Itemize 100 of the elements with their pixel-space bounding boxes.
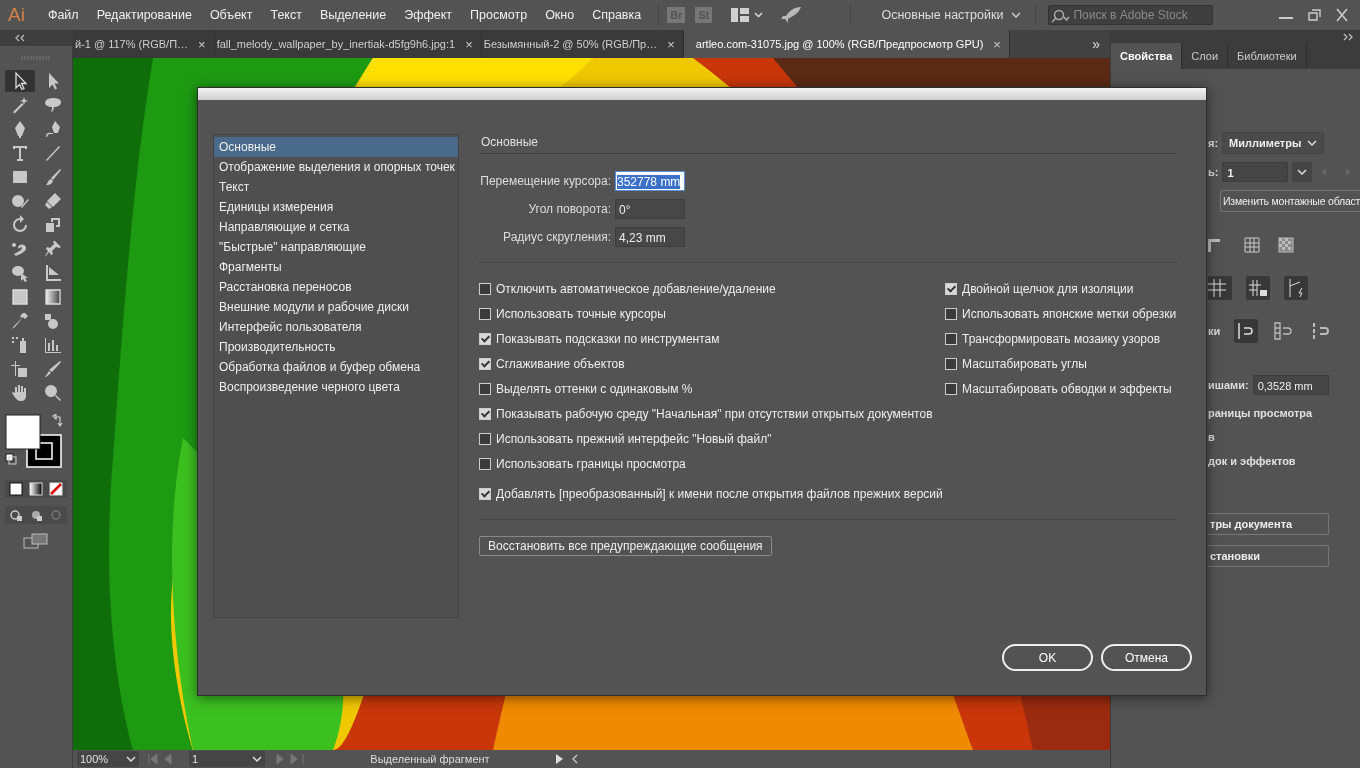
- color-swatch-icon[interactable]: [9, 482, 23, 496]
- checkbox[interactable]: [945, 357, 957, 370]
- checkbox[interactable]: [479, 457, 491, 470]
- bar-graph-tool-icon: [42, 335, 63, 355]
- category-item[interactable]: Текст: [214, 177, 458, 197]
- category-item[interactable]: "Быстрые" направляющие: [214, 237, 458, 257]
- panel-tab[interactable]: Свойства: [1111, 43, 1183, 69]
- checkbox-label[interactable]: Отключить автоматическое добавление/удаление: [496, 281, 776, 296]
- cancel-button[interactable]: Отмена: [1101, 644, 1192, 671]
- reset-warnings-button[interactable]: Восстановить все предупреждающие сообщения: [479, 536, 772, 556]
- category-item[interactable]: Фрагменты: [214, 257, 458, 277]
- checkbox-label[interactable]: Показывать рабочую среду "Начальная" при отсутствии открытых документов: [496, 406, 933, 421]
- checkbox-label[interactable]: Показывать подсказки по инструментам: [496, 331, 720, 346]
- menu-item[interactable]: Окно: [536, 8, 584, 22]
- checkbox-label[interactable]: Двойной щелчок для изоляции: [962, 281, 1134, 296]
- category-item[interactable]: Производительность: [214, 337, 458, 357]
- document-tab[interactable]: й-1 @ 117% (RGB/П… ×: [73, 30, 215, 58]
- keyboard-increment-field[interactable]: 0,3528 mm: [1252, 375, 1329, 395]
- lasso-tool-icon: [42, 95, 63, 115]
- draw-normal-icon[interactable]: [9, 508, 23, 522]
- tab-close-button[interactable]: ×: [667, 36, 675, 52]
- caret-icon[interactable]: [1292, 162, 1313, 182]
- checkbox-label[interactable]: Использовать границы просмотра: [496, 456, 686, 471]
- shape-builder-tool-icon: [9, 263, 30, 283]
- selection-tool[interactable]: [4, 70, 35, 92]
- snap-icon[interactable]: [1284, 276, 1308, 300]
- artboard-dropdown[interactable]: 1: [189, 751, 265, 767]
- checkbox[interactable]: [479, 307, 491, 320]
- category-item[interactable]: Интерфейс пользователя: [214, 317, 458, 337]
- menu-item[interactable]: Справка: [583, 8, 651, 22]
- menu-item[interactable]: Выделение: [310, 8, 396, 22]
- checkbox-label[interactable]: Использовать прежний интерфейс "Новый файл": [496, 431, 772, 446]
- checkbox-label[interactable]: Сглаживание объектов: [496, 356, 625, 371]
- checkbox[interactable]: [479, 407, 491, 420]
- grid-icon[interactable]: [1242, 235, 1262, 255]
- panel-button[interactable]: тры документа: [1208, 513, 1329, 535]
- tab-close-button[interactable]: ×: [993, 36, 1001, 52]
- menu-item[interactable]: Файл: [38, 8, 88, 22]
- layout-icon[interactable]: [730, 7, 765, 23]
- category-item[interactable]: Внешние модули и рабочие диски: [214, 297, 458, 317]
- category-item[interactable]: Расстановка переносов: [214, 277, 458, 297]
- draw-behind-icon[interactable]: [29, 508, 43, 522]
- tabs-overflow-button[interactable]: »: [1082, 30, 1110, 58]
- menu-item[interactable]: Редактирование: [87, 8, 201, 22]
- document-tab[interactable]: fall_melody_wallpaper_by_inertiak-d5fg9h6.jpg:1 ×: [214, 30, 482, 58]
- checkbox[interactable]: [479, 432, 491, 445]
- checkbox[interactable]: [479, 357, 491, 370]
- tab-close-button[interactable]: ×: [198, 36, 206, 52]
- none-swatch-icon[interactable]: [49, 482, 63, 496]
- category-item[interactable]: Отображение выделения и опорных точек: [214, 157, 458, 177]
- input-field[interactable]: 352778 mm: [615, 171, 685, 191]
- category-item[interactable]: Воспроизведение черного цвета: [214, 377, 458, 397]
- checkbox[interactable]: [479, 487, 491, 500]
- zoom-dropdown[interactable]: 100%: [77, 751, 139, 767]
- checkbox-label[interactable]: Трансформировать мозаику узоров: [962, 331, 1161, 346]
- expand-icon[interactable]: [1342, 32, 1354, 41]
- edit-artboards-button[interactable]: Изменить монтажные област: [1220, 190, 1360, 212]
- ok-button[interactable]: OK: [1002, 644, 1093, 671]
- checkbox[interactable]: [945, 307, 957, 320]
- checkbox[interactable]: [945, 282, 957, 295]
- checkbox-label[interactable]: Использовать японские метки обрезки: [962, 306, 1177, 321]
- guides-icon[interactable]: [1208, 276, 1232, 300]
- artboard-field[interactable]: 1: [1222, 162, 1289, 182]
- category-item[interactable]: Единицы измерения: [214, 197, 458, 217]
- menu-item[interactable]: Эффект: [395, 8, 462, 22]
- panel-tab[interactable]: Слои: [1182, 43, 1229, 69]
- panel-tab[interactable]: Библиотеки: [1228, 43, 1307, 69]
- search-field[interactable]: Поиск в Adobe Stock: [1048, 5, 1214, 25]
- input-field[interactable]: 0°: [615, 199, 685, 219]
- document-tab[interactable]: Безымянный-2 @ 50% (RGB/Пр… ×: [481, 30, 684, 58]
- checkbox[interactable]: [479, 282, 491, 295]
- checkbox-label[interactable]: Добавлять [преобразованный] к имени после открытия файлов прежних версий: [496, 486, 943, 501]
- checkbox[interactable]: [945, 332, 957, 345]
- checkbox-label[interactable]: Масштабировать углы: [962, 356, 1087, 371]
- checkbox[interactable]: [479, 382, 491, 395]
- category-item[interactable]: Направляющие и сетка: [214, 217, 458, 237]
- lock-guides-icon[interactable]: [1246, 276, 1270, 300]
- checkbox[interactable]: [479, 332, 491, 345]
- document-tab[interactable]: artleo.com-31075.jpg @ 100% (RGB/Предпросмотр GPU) ×: [683, 30, 1010, 58]
- menu-item[interactable]: Просмотр: [461, 8, 537, 22]
- collapse-icon[interactable]: [14, 34, 26, 42]
- tab-close-button[interactable]: ×: [465, 36, 473, 52]
- checkbox-label[interactable]: Использовать точные курсоры: [496, 306, 666, 321]
- units-dropdown[interactable]: Миллиметры: [1222, 132, 1325, 154]
- zoom-tool-icon: [42, 383, 63, 403]
- input-field[interactable]: 4,23 mm: [615, 227, 685, 247]
- category-item[interactable]: Обработка файлов и буфер обмена: [214, 357, 458, 377]
- panel-button[interactable]: становки: [1208, 545, 1329, 567]
- menu-item[interactable]: Объект: [200, 8, 262, 22]
- gradient-swatch-icon[interactable]: [29, 482, 43, 496]
- checkbox[interactable]: [945, 382, 957, 395]
- checkbox-label[interactable]: Масштабировать обводки и эффекты: [962, 381, 1172, 396]
- checkbox-label[interactable]: Выделять оттенки с одинаковым %: [496, 381, 693, 396]
- menu-item[interactable]: Текст: [261, 8, 311, 22]
- field-label: ки: [1208, 325, 1221, 337]
- transparency-grid-icon[interactable]: [1276, 235, 1296, 255]
- category-item[interactable]: Основные: [214, 137, 458, 157]
- snap-pixel-icon[interactable]: [1234, 319, 1259, 343]
- workspace-dropdown[interactable]: Основные настройки: [875, 8, 1028, 22]
- screen-mode-icon[interactable]: [23, 532, 49, 550]
